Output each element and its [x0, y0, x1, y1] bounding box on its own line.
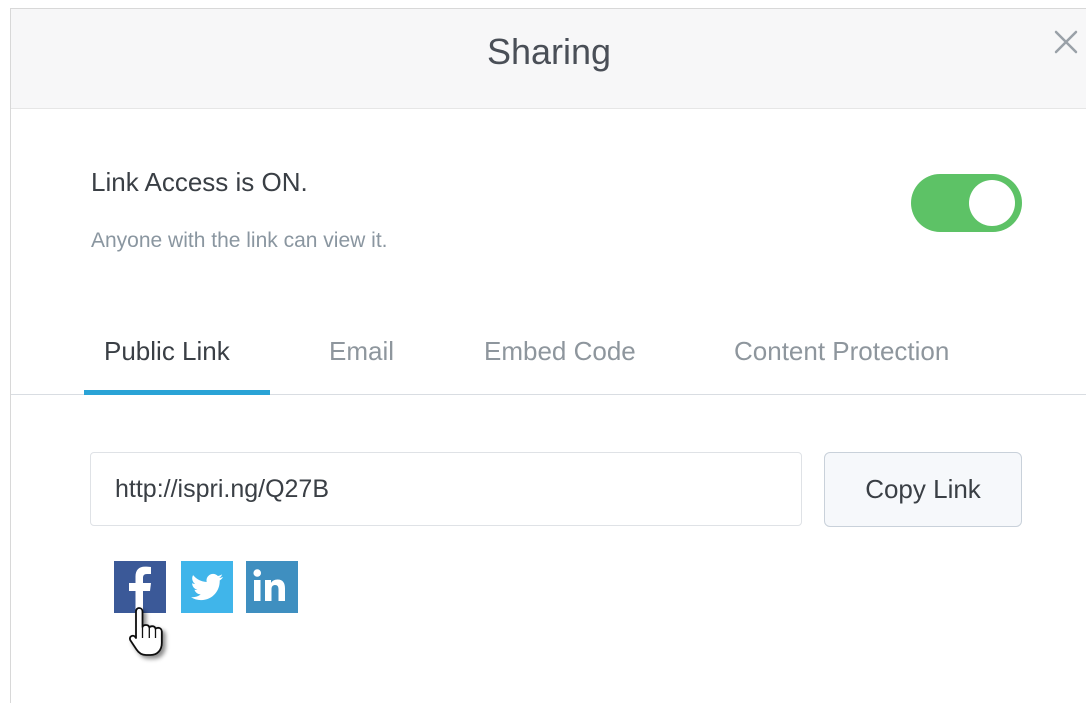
tab-email[interactable]: Email	[329, 336, 394, 367]
close-icon[interactable]	[1051, 27, 1081, 57]
sharing-dialog: Sharing Link Access is ON. Anyone with t…	[10, 8, 1086, 703]
tab-public-link[interactable]: Public Link	[104, 336, 230, 367]
share-tabs: Public Link Email Embed Code Content Pro…	[11, 314, 1086, 395]
active-tab-indicator	[84, 390, 270, 395]
link-access-title: Link Access is ON.	[91, 167, 308, 197]
link-access-toggle[interactable]	[911, 174, 1022, 232]
link-access-subtitle: Anyone with the link can view it.	[91, 229, 388, 252]
twitter-icon[interactable]	[181, 561, 233, 613]
tab-embed-code[interactable]: Embed Code	[484, 336, 636, 367]
toggle-knob	[969, 180, 1015, 226]
dialog-title: Sharing	[486, 31, 612, 72]
linkedin-icon[interactable]	[246, 561, 298, 613]
dialog-header: Sharing	[11, 9, 1086, 109]
copy-link-button[interactable]: Copy Link	[824, 452, 1022, 527]
hand-cursor-icon	[126, 605, 176, 665]
public-link-input[interactable]	[90, 452, 802, 526]
tab-content-protection[interactable]: Content Protection	[734, 336, 949, 367]
